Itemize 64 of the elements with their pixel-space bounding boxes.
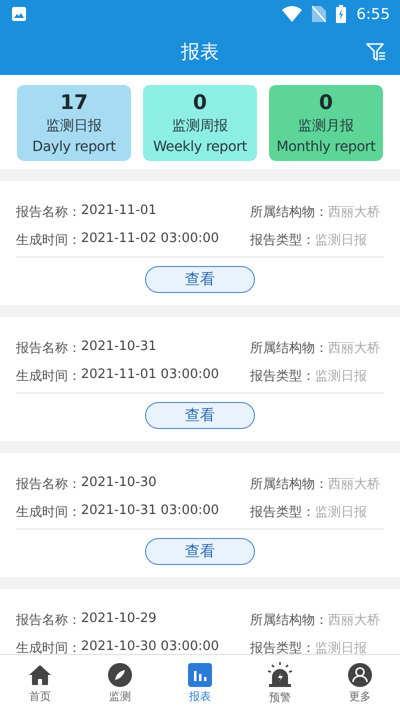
bar-chart-icon xyxy=(188,662,212,686)
report-category: 监测月报 xyxy=(298,117,354,136)
report-type: 监测日报 xyxy=(315,232,367,249)
report-category: 监测日报 xyxy=(46,117,102,136)
field-label: 报告名称： xyxy=(16,204,81,221)
nav-tab[interactable]: 监测 xyxy=(80,655,160,711)
status-time: 6:55 xyxy=(356,5,390,23)
report-type: 监测日报 xyxy=(315,368,367,385)
generated-time: 2021-10-31 03:00:00 xyxy=(81,503,220,520)
report-name: 2021-11-01 xyxy=(81,203,157,220)
report-category-english: Dayly report xyxy=(32,138,116,157)
field-label: 所属结构物： xyxy=(250,476,328,493)
view-button[interactable]: 查看 xyxy=(145,538,255,565)
nav-tab[interactable]: 更多 xyxy=(320,655,400,711)
battery-charging-icon xyxy=(336,5,346,23)
leaf-icon xyxy=(108,662,132,686)
user-icon xyxy=(348,662,372,686)
report-count: 0 xyxy=(319,89,333,116)
nav-tab[interactable]: 预警 xyxy=(240,655,320,711)
structure-name: 西丽大桥 xyxy=(328,476,380,493)
view-button[interactable]: 查看 xyxy=(145,266,255,293)
report-name: 2021-10-29 xyxy=(81,611,157,628)
filter-icon[interactable] xyxy=(366,42,386,62)
report-count: 0 xyxy=(193,89,207,116)
report-category: 监测周报 xyxy=(172,117,228,136)
structure-name: 西丽大桥 xyxy=(328,612,380,629)
report-category-english: Monthly report xyxy=(276,138,376,157)
generated-time: 2021-11-02 03:00:00 xyxy=(81,231,220,248)
field-label: 报告名称： xyxy=(16,612,81,629)
report-type: 监测日报 xyxy=(315,504,367,521)
summary-card[interactable]: 0 监测周报 Weekly report xyxy=(143,85,257,161)
field-label: 生成时间： xyxy=(16,640,81,654)
page-title: 报表 xyxy=(181,40,219,64)
home-icon xyxy=(28,662,52,686)
view-button[interactable]: 查看 xyxy=(145,402,255,429)
nav-tab[interactable]: 报表 xyxy=(160,655,240,711)
report-count: 17 xyxy=(60,89,88,116)
image-icon xyxy=(12,7,26,21)
wifi-icon xyxy=(282,6,302,22)
field-label: 生成时间： xyxy=(16,368,81,385)
field-label: 生成时间： xyxy=(16,504,81,521)
no-sim-icon xyxy=(312,6,326,22)
summary-card[interactable]: 17 监测日报 Dayly report xyxy=(17,85,131,161)
field-label: 报告类型： xyxy=(250,504,315,521)
structure-name: 西丽大桥 xyxy=(328,204,380,221)
generated-time: 2021-10-30 03:00:00 xyxy=(81,639,220,654)
field-label: 报告名称： xyxy=(16,340,81,357)
field-label: 报告名称： xyxy=(16,476,81,493)
field-label: 所属结构物： xyxy=(250,340,328,357)
field-label: 所属结构物： xyxy=(250,612,328,629)
structure-name: 西丽大桥 xyxy=(328,340,380,357)
field-label: 报告类型： xyxy=(250,368,315,385)
field-label: 报告类型： xyxy=(250,640,315,654)
field-label: 所属结构物： xyxy=(250,204,328,221)
report-type: 监测日报 xyxy=(315,640,367,654)
report-category-english: Weekly report xyxy=(153,138,247,157)
report-name: 2021-10-31 xyxy=(81,339,157,356)
report-name: 2021-10-30 xyxy=(81,475,157,492)
generated-time: 2021-11-01 03:00:00 xyxy=(81,367,220,384)
alarm-light-icon xyxy=(267,662,293,688)
field-label: 生成时间： xyxy=(16,232,81,249)
summary-card[interactable]: 0 监测月报 Monthly report xyxy=(269,85,383,161)
field-label: 报告类型： xyxy=(250,232,315,249)
nav-tab[interactable]: 首页 xyxy=(0,655,80,711)
